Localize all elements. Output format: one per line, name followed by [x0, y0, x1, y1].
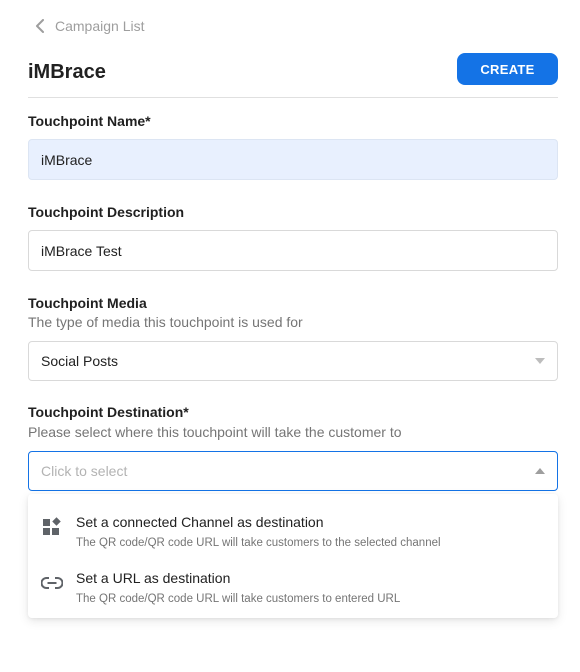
touchpoint-description-value: iMBrace Test [41, 242, 122, 259]
option-description: The QR code/QR code URL will take custom… [76, 593, 401, 605]
touchpoint-media-selected: Social Posts [41, 353, 119, 369]
caret-up-icon [535, 468, 545, 474]
touchpoint-media-select[interactable]: Social Posts [28, 341, 558, 381]
caret-down-icon [535, 358, 545, 364]
touchpoint-description-label: Touchpoint Description [28, 204, 185, 220]
back-to-campaign-list[interactable]: Campaign List [32, 16, 145, 36]
page-title: iMBrace [28, 61, 106, 83]
touchpoint-name-label: Touchpoint Name* [28, 113, 151, 129]
option-url[interactable]: Set a URL as destination The QR code/QR … [28, 556, 558, 612]
touchpoint-destination-select[interactable]: Click to select [28, 451, 558, 491]
touchpoint-name-input[interactable]: iMBrace [28, 139, 558, 180]
option-connected-channel[interactable]: Set a connected Channel as destination T… [28, 500, 558, 556]
header-divider [28, 97, 558, 98]
option-description: The QR code/QR code URL will take custom… [76, 537, 441, 549]
back-link-label: Campaign List [55, 18, 145, 34]
touchpoint-description-input[interactable]: iMBrace Test [28, 230, 558, 271]
touchpoint-media-label: Touchpoint Media [28, 295, 147, 311]
destination-dropdown-menu: Set a connected Channel as destination T… [28, 494, 558, 618]
touchpoint-destination-placeholder: Click to select [41, 463, 128, 479]
touchpoint-destination-label: Touchpoint Destination* [28, 404, 189, 420]
touchpoint-name-value: iMBrace [41, 151, 93, 168]
touchpoint-destination-help: Please select where this touchpoint will… [28, 424, 402, 440]
touchpoint-media-help: The type of media this touchpoint is use… [28, 314, 303, 330]
link-icon [41, 572, 63, 594]
widgets-icon [41, 516, 63, 538]
chevron-left-icon [32, 16, 48, 36]
option-title: Set a connected Channel as destination [76, 514, 324, 530]
create-button[interactable]: CREATE [457, 53, 558, 85]
option-title: Set a URL as destination [76, 570, 231, 586]
